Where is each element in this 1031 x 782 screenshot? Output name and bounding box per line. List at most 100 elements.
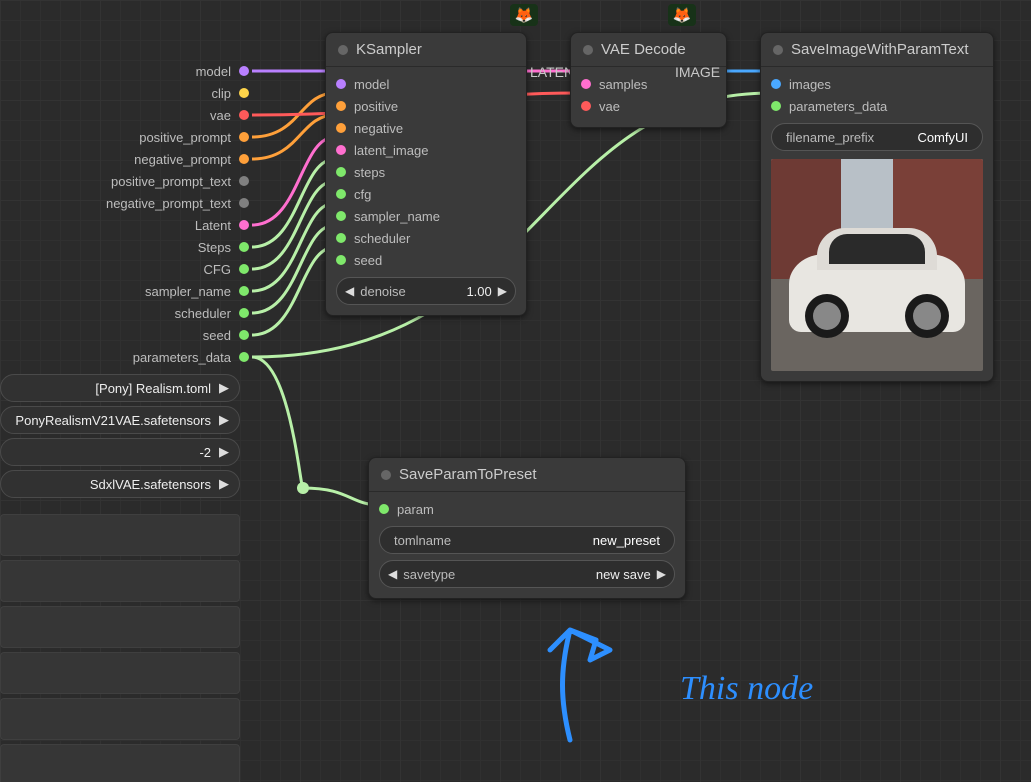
- output-CFG[interactable]: CFG: [0, 258, 255, 280]
- chevron-right-icon: ▶: [219, 444, 229, 460]
- input-port[interactable]: [336, 101, 346, 111]
- collapse-dot-icon[interactable]: [583, 45, 593, 55]
- input-port[interactable]: [336, 167, 346, 177]
- annotation-arrow-icon: [500, 580, 680, 760]
- input-port[interactable]: [771, 79, 781, 89]
- input-latent_image[interactable]: latent_image: [336, 139, 516, 161]
- input-sampler_name[interactable]: sampler_name: [336, 205, 516, 227]
- output-port[interactable]: [239, 220, 249, 230]
- input-port[interactable]: [771, 101, 781, 111]
- input-port[interactable]: [336, 145, 346, 155]
- chevron-left-icon[interactable]: ◀: [388, 567, 397, 581]
- output-port[interactable]: [239, 286, 249, 296]
- upstream-node-widgets: [Pony] Realism.toml▶ PonyRealismV21VAE.s…: [0, 374, 240, 782]
- output-port[interactable]: [239, 308, 249, 318]
- output-scheduler[interactable]: scheduler: [0, 302, 255, 324]
- output-Steps[interactable]: Steps: [0, 236, 255, 258]
- filename-prefix-widget[interactable]: filename_prefix ComfyUI: [771, 123, 983, 151]
- output-port[interactable]: [239, 176, 249, 186]
- input-positive[interactable]: positive: [336, 95, 516, 117]
- input-port[interactable]: [336, 233, 346, 243]
- node-header[interactable]: KSampler: [326, 33, 526, 67]
- node-graph-canvas[interactable]: { "fox_emoji": "🦊", "left_panel": { "out…: [0, 0, 1031, 782]
- fox-icon: 🦊: [668, 4, 696, 26]
- node-header[interactable]: SaveImageWithParamText: [761, 33, 993, 67]
- output-negative_prompt[interactable]: negative_prompt: [0, 148, 255, 170]
- node-header[interactable]: VAE Decode: [571, 33, 726, 67]
- input-model[interactable]: model: [336, 73, 516, 95]
- input-port[interactable]: [336, 123, 346, 133]
- input-scheduler[interactable]: scheduler: [336, 227, 516, 249]
- node-header[interactable]: SaveParamToPreset: [369, 458, 685, 492]
- input-parameters_data[interactable]: parameters_data: [771, 95, 983, 117]
- input-port[interactable]: [336, 211, 346, 221]
- output-clip[interactable]: clip: [0, 82, 255, 104]
- input-port[interactable]: [336, 189, 346, 199]
- chevron-right-icon: ▶: [219, 380, 229, 396]
- node-title: KSampler: [356, 41, 422, 58]
- empty-slot: [0, 698, 240, 740]
- preset-select[interactable]: [Pony] Realism.toml▶: [0, 374, 240, 402]
- input-param[interactable]: param: [379, 498, 675, 520]
- save-param-to-preset-node[interactable]: SaveParamToPreset param tomlname new_pre…: [368, 457, 686, 599]
- input-steps[interactable]: steps: [336, 161, 516, 183]
- chevron-right-icon[interactable]: ▶: [498, 284, 507, 298]
- input-port[interactable]: [336, 79, 346, 89]
- denoise-widget[interactable]: ◀ denoise 1.00 ▶: [336, 277, 516, 305]
- checkpoint-select[interactable]: PonyRealismV21VAE.safetensors▶: [0, 406, 240, 434]
- output-port[interactable]: [239, 352, 249, 362]
- tomlname-widget[interactable]: tomlname new_preset: [379, 526, 675, 554]
- input-images[interactable]: images: [771, 73, 983, 95]
- input-port[interactable]: [581, 79, 591, 89]
- output-image-preview[interactable]: [771, 159, 983, 371]
- input-negative[interactable]: negative: [336, 117, 516, 139]
- collapse-dot-icon[interactable]: [338, 45, 348, 55]
- input-port[interactable]: [581, 101, 591, 111]
- output-sampler_name[interactable]: sampler_name: [0, 280, 255, 302]
- output-port[interactable]: [239, 330, 249, 340]
- output-Latent[interactable]: Latent: [0, 214, 255, 236]
- output-port[interactable]: [239, 66, 249, 76]
- empty-slot: [0, 514, 240, 556]
- output-positive_prompt_text[interactable]: positive_prompt_text: [0, 170, 255, 192]
- empty-slot: [0, 652, 240, 694]
- vae-decode-node[interactable]: VAE Decode samplesvae: [570, 32, 727, 128]
- chevron-right-icon: ▶: [219, 476, 229, 492]
- node-title: SaveParamToPreset: [399, 466, 537, 483]
- save-image-node[interactable]: SaveImageWithParamText imagesparameters_…: [760, 32, 994, 382]
- upstream-node-outputs: modelclipvaepositive_promptnegative_prom…: [0, 60, 255, 368]
- input-vae[interactable]: vae: [581, 95, 716, 117]
- output-port[interactable]: [239, 88, 249, 98]
- collapse-dot-icon[interactable]: [381, 470, 391, 480]
- input-seed[interactable]: seed: [336, 249, 516, 271]
- output-model[interactable]: model: [0, 60, 255, 82]
- empty-slot: [0, 606, 240, 648]
- input-port[interactable]: [336, 255, 346, 265]
- output-port[interactable]: [239, 154, 249, 164]
- node-title: SaveImageWithParamText: [791, 41, 969, 58]
- node-title: VAE Decode: [601, 41, 686, 58]
- input-cfg[interactable]: cfg: [336, 183, 516, 205]
- empty-slot: [0, 560, 240, 602]
- output-vae[interactable]: vae: [0, 104, 255, 126]
- ksampler-node[interactable]: KSampler modelpositivenegativelatent_ima…: [325, 32, 527, 316]
- chevron-right-icon: ▶: [219, 412, 229, 428]
- output-seed[interactable]: seed: [0, 324, 255, 346]
- numeric-field[interactable]: -2▶: [0, 438, 240, 466]
- vae-select[interactable]: SdxlVAE.safetensors▶: [0, 470, 240, 498]
- output-port[interactable]: [239, 264, 249, 274]
- empty-slot: [0, 744, 240, 782]
- collapse-dot-icon[interactable]: [773, 45, 783, 55]
- fox-icon: 🦊: [510, 4, 538, 26]
- output-port[interactable]: [239, 132, 249, 142]
- chevron-left-icon[interactable]: ◀: [345, 284, 354, 298]
- output-positive_prompt[interactable]: positive_prompt: [0, 126, 255, 148]
- output-negative_prompt_text[interactable]: negative_prompt_text: [0, 192, 255, 214]
- output-port[interactable]: [239, 242, 249, 252]
- input-port[interactable]: [379, 504, 389, 514]
- chevron-right-icon[interactable]: ▶: [657, 567, 666, 581]
- output-parameters_data[interactable]: parameters_data: [0, 346, 255, 368]
- vae-output-label: IMAGE: [675, 64, 720, 80]
- output-port[interactable]: [239, 198, 249, 208]
- output-port[interactable]: [239, 110, 249, 120]
